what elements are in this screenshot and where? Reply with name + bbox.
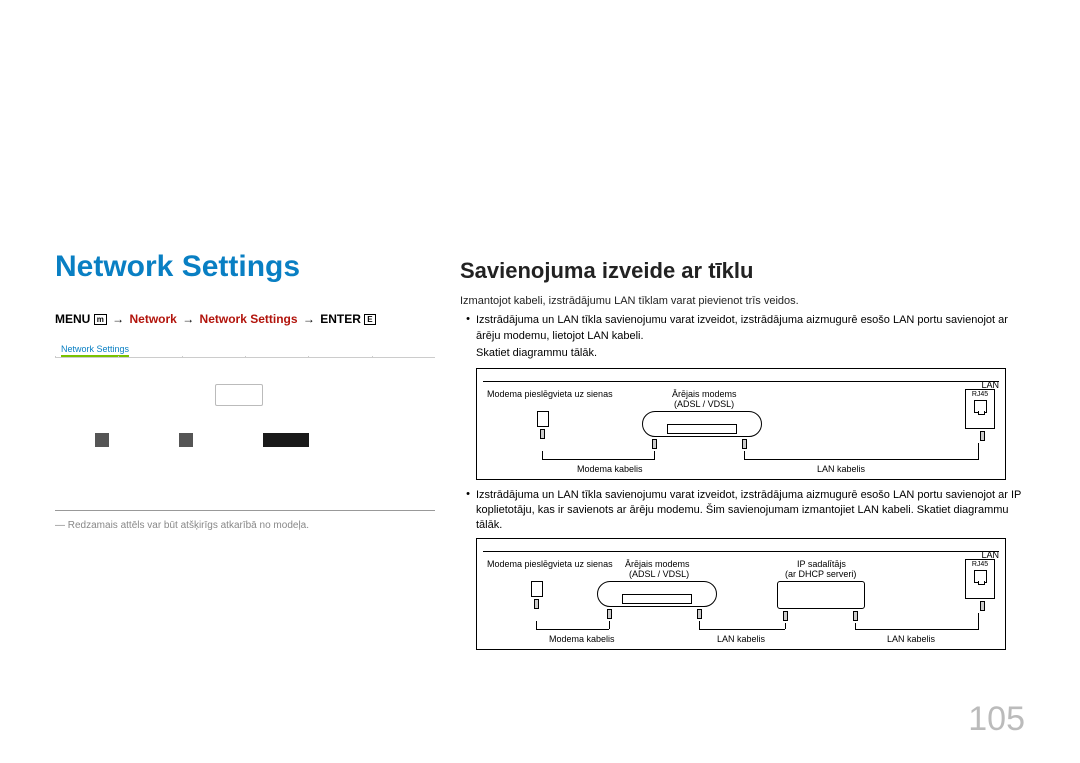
port-icon: [974, 570, 987, 583]
menu-label: MENU: [55, 312, 90, 326]
bullet-text: Izstrādājuma un LAN tīkla savienojumu va…: [476, 313, 1030, 344]
modem-sublabel: (ADSL / VDSL): [629, 569, 689, 579]
modem-cable-label: Modema kabelis: [549, 634, 615, 644]
manual-page: Network Settings MENU m → Network → Netw…: [0, 0, 1080, 763]
path-network: Network: [130, 312, 177, 326]
modem-ports: [667, 424, 737, 434]
enter-label: ENTER: [320, 312, 361, 326]
bullet-item: • Izstrādājuma un LAN tīkla savienojumu …: [460, 488, 1030, 534]
bullet-icon: •: [460, 313, 476, 344]
router-icon: [777, 581, 865, 609]
device-icon: [179, 433, 193, 447]
tab-separator: [55, 356, 435, 358]
lan-cable-label: LAN kabelis: [817, 464, 865, 474]
lan-cable-label-1: LAN kabelis: [717, 634, 765, 644]
plug-icon: [742, 439, 747, 449]
see-diagram: Skatiet diagrammu tālāk.: [476, 346, 1030, 361]
path-network-settings: Network Settings: [200, 312, 298, 326]
lan-cable-label-2: LAN kabelis: [887, 634, 935, 644]
plug-icon: [607, 609, 612, 619]
bullet-item: • Izstrādājuma un LAN tīkla savienojumu …: [460, 313, 1030, 344]
wiring-diagram-2: LAN Modema pieslēgvieta uz sienas Ārējai…: [476, 538, 1006, 650]
device-icon: [263, 433, 309, 447]
section-title: Network Settings: [55, 250, 435, 284]
router-label: IP sadalītājs: [797, 559, 846, 569]
arrow-icon: →: [112, 312, 124, 326]
modem-ports: [622, 594, 692, 604]
page-number: 105: [968, 700, 1025, 739]
diagram-divider: LAN: [483, 551, 999, 552]
rj45-port: RJ45: [965, 389, 995, 429]
left-column: Network Settings MENU m → Network → Netw…: [55, 250, 435, 468]
menu-path: MENU m → Network → Network Settings → EN…: [55, 312, 435, 326]
plug-icon: [697, 609, 702, 619]
plug-icon: [853, 611, 858, 621]
modem-label: Ārējais modems: [625, 559, 690, 569]
device-icon: [95, 433, 109, 447]
divider: [55, 510, 435, 511]
ui-tile: [215, 384, 263, 406]
wall-label: Modema pieslēgvieta uz sienas: [487, 389, 613, 399]
wall-jack-icon: [531, 581, 543, 597]
device-icons: [95, 433, 309, 447]
plug-icon: [980, 431, 985, 441]
arrow-icon: →: [182, 312, 194, 326]
bullet-text: Izstrādājuma un LAN tīkla savienojumu va…: [476, 488, 1030, 534]
ui-screenshot: Network Settings: [55, 338, 435, 468]
intro-text: Izmantojot kabeli, izstrādājumu LAN tīkl…: [460, 294, 1030, 309]
modem-label: Ārējais modems: [672, 389, 737, 399]
right-column: Savienojuma izveide ar tīklu Izmantojot …: [460, 258, 1030, 658]
plug-icon: [652, 439, 657, 449]
plug-icon: [783, 611, 788, 621]
modem-sublabel: (ADSL / VDSL): [674, 399, 734, 409]
rj45-label: RJ45: [972, 391, 988, 398]
modem-cable-label: Modema kabelis: [577, 464, 643, 474]
bullet-icon: •: [460, 488, 476, 534]
arrow-icon: →: [303, 312, 315, 326]
footnote: ― Redzamais attēls var būt atšķirīgs atk…: [55, 520, 309, 531]
plug-icon: [540, 429, 545, 439]
rj45-port: RJ45: [965, 559, 995, 599]
plug-icon: [980, 601, 985, 611]
router-sublabel: (ar DHCP serveri): [785, 569, 856, 579]
subheading: Savienojuma izveide ar tīklu: [460, 258, 1030, 284]
plug-icon: [534, 599, 539, 609]
wiring-diagram-1: LAN Modema pieslēgvieta uz sienas Ārējai…: [476, 368, 1006, 480]
enter-icon: E: [364, 314, 375, 325]
diagram-divider: LAN: [483, 381, 999, 382]
wall-jack-icon: [537, 411, 549, 427]
rj45-label: RJ45: [972, 561, 988, 568]
wall-label: Modema pieslēgvieta uz sienas: [487, 559, 613, 569]
port-icon: [974, 400, 987, 413]
menu-icon: m: [94, 314, 107, 325]
